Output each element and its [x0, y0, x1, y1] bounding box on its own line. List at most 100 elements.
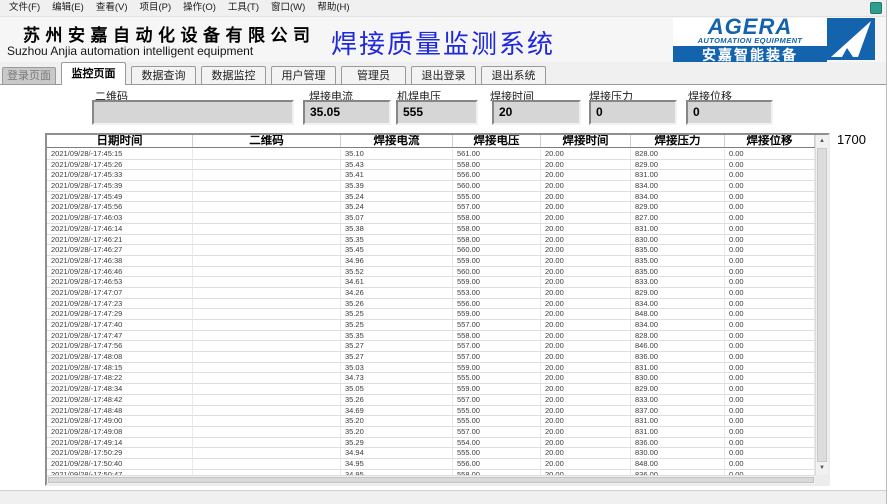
- data-table: 日期时间二维码焊接电流焊接电压焊接时间焊接压力焊接位移 2021/09/28/-…: [45, 133, 830, 486]
- table-cell: 20.00: [541, 427, 631, 438]
- table-row[interactable]: 2021/09/28/-17:46:0335.07558.0020.00827.…: [47, 213, 815, 224]
- table-cell: 558.00: [453, 331, 541, 342]
- horizontal-scrollbar[interactable]: [47, 475, 815, 484]
- tab-admin[interactable]: 管理员: [341, 66, 406, 85]
- table-cell: 35.10: [341, 149, 453, 160]
- table-row[interactable]: 2021/09/28/-17:46:2135.35558.0020.00830.…: [47, 235, 815, 246]
- table-row[interactable]: 2021/09/28/-17:49:0835.20557.0020.00831.…: [47, 427, 815, 438]
- table-row[interactable]: 2021/09/28/-17:46:1435.38558.0020.00831.…: [47, 224, 815, 235]
- table-row[interactable]: 2021/09/28/-17:45:3935.39560.0020.00834.…: [47, 181, 815, 192]
- table-cell: 2021/09/28/-17:46:27: [47, 245, 193, 256]
- table-row[interactable]: 2021/09/28/-17:45:5635.24557.0020.00829.…: [47, 202, 815, 213]
- table-cell: 833.00: [631, 395, 725, 406]
- table-row[interactable]: 2021/09/28/-17:49:1435.29554.0020.00836.…: [47, 438, 815, 449]
- logo-brand: AGERA: [708, 18, 792, 36]
- field-value: 0: [688, 102, 771, 123]
- table-cell: 20.00: [541, 256, 631, 267]
- menu-item-view[interactable]: 查看(V): [90, 0, 134, 16]
- table-cell: [193, 373, 341, 384]
- table-row[interactable]: 2021/09/28/-17:46:2735.45560.0020.00835.…: [47, 245, 815, 256]
- table-cell: [193, 459, 341, 470]
- table-row[interactable]: 2021/09/28/-17:47:0734.26553.0020.00829.…: [47, 288, 815, 299]
- table-cell: 2021/09/28/-17:46:53: [47, 277, 193, 288]
- tab-data-monitor[interactable]: 数据监控: [201, 66, 266, 85]
- qrcode-input[interactable]: [92, 100, 294, 125]
- table-cell: 20.00: [541, 416, 631, 427]
- table-cell: 34.26: [341, 288, 453, 299]
- vscroll-thumb[interactable]: [817, 148, 827, 462]
- scroll-down-icon[interactable]: ▼: [816, 462, 828, 475]
- table-row[interactable]: 2021/09/28/-17:47:4735.35558.0020.00828.…: [47, 331, 815, 342]
- menu-item-file[interactable]: 文件(F): [3, 0, 46, 16]
- table-cell: 20.00: [541, 267, 631, 278]
- table-row[interactable]: 2021/09/28/-17:48:4834.69555.0020.00837.…: [47, 406, 815, 417]
- menu-item-operate[interactable]: 操作(O): [177, 0, 222, 16]
- table-cell: 559.00: [453, 277, 541, 288]
- table-row[interactable]: 2021/09/28/-17:47:4035.25557.0020.00834.…: [47, 320, 815, 331]
- table-cell: [193, 341, 341, 352]
- table-cell: 35.27: [341, 352, 453, 363]
- tab-data-query[interactable]: 数据查询: [131, 66, 196, 85]
- table-cell: [193, 363, 341, 374]
- table-row[interactable]: 2021/09/28/-17:48:4235.26557.0020.00833.…: [47, 395, 815, 406]
- vertical-scrollbar[interactable]: ▲ ▼: [815, 135, 828, 475]
- table-cell: 35.41: [341, 170, 453, 181]
- table-row[interactable]: 2021/09/28/-17:46:5334.61559.0020.00833.…: [47, 277, 815, 288]
- table-row[interactable]: 2021/09/28/-17:45:4935.24555.0020.00834.…: [47, 192, 815, 203]
- tab-login[interactable]: 登录页面: [2, 67, 56, 85]
- table-cell: [193, 277, 341, 288]
- menu-item-tools[interactable]: 工具(T): [222, 0, 265, 16]
- table-row[interactable]: 2021/09/28/-17:45:1535.10561.0020.00828.…: [47, 149, 815, 160]
- table-cell: 557.00: [453, 341, 541, 352]
- menu-item-project[interactable]: 项目(P): [133, 0, 177, 16]
- table-cell: 0.00: [725, 320, 815, 331]
- weld-time-display: 20: [492, 100, 581, 125]
- table-cell: 35.24: [341, 192, 453, 203]
- table-row[interactable]: 2021/09/28/-17:45:2635.43558.0020.00829.…: [47, 160, 815, 171]
- table-cell: 20.00: [541, 235, 631, 246]
- table-row[interactable]: 2021/09/28/-17:50:4034.95556.0020.00848.…: [47, 459, 815, 470]
- table-row[interactable]: 2021/09/28/-17:50:2934.94555.0020.00830.…: [47, 448, 815, 459]
- table-cell: 557.00: [453, 395, 541, 406]
- table-row[interactable]: 2021/09/28/-17:48:1535.03559.0020.00831.…: [47, 363, 815, 374]
- table-row[interactable]: 2021/09/28/-17:48:3435.05559.0020.00829.…: [47, 384, 815, 395]
- table-cell: 0.00: [725, 341, 815, 352]
- table-cell: 559.00: [453, 363, 541, 374]
- table-cell: 35.20: [341, 416, 453, 427]
- menu-item-help[interactable]: 帮助(H): [311, 0, 355, 16]
- table-cell: 834.00: [631, 192, 725, 203]
- table-cell: 831.00: [631, 363, 725, 374]
- logo-arrow-icon: [827, 18, 875, 60]
- tab-user-mgmt[interactable]: 用户管理: [271, 66, 336, 85]
- table-cell: 20.00: [541, 277, 631, 288]
- table-cell: [193, 352, 341, 363]
- tab-monitor[interactable]: 监控页面: [61, 62, 126, 85]
- table-cell: 0.00: [725, 352, 815, 363]
- hscroll-thumb[interactable]: [48, 477, 814, 483]
- tab-exit[interactable]: 退出系统: [481, 66, 546, 85]
- table-row[interactable]: 2021/09/28/-17:48:0835.27557.0020.00836.…: [47, 352, 815, 363]
- table-row[interactable]: 2021/09/28/-17:47:2935.25559.0020.00848.…: [47, 309, 815, 320]
- table-cell: 2021/09/28/-17:46:38: [47, 256, 193, 267]
- table-cell: 0.00: [725, 256, 815, 267]
- table-row[interactable]: 2021/09/28/-17:48:2234.73555.0020.00830.…: [47, 373, 815, 384]
- table-cell: 35.25: [341, 309, 453, 320]
- table-row[interactable]: 2021/09/28/-17:46:3834.96559.0020.00835.…: [47, 256, 815, 267]
- table-cell: 829.00: [631, 384, 725, 395]
- logo-text: AGERA AUTOMATION EQUIPMENT 安嘉智能装备: [673, 18, 827, 60]
- menu-item-edit[interactable]: 编辑(E): [46, 0, 90, 16]
- table-row[interactable]: 2021/09/28/-17:45:3335.41556.0020.00831.…: [47, 170, 815, 181]
- table-row[interactable]: 2021/09/28/-17:46:4635.52560.0020.00835.…: [47, 267, 815, 278]
- table-cell: 35.03: [341, 363, 453, 374]
- app-window: 文件(F)编辑(E)查看(V)项目(P)操作(O)工具(T)窗口(W)帮助(H)…: [0, 0, 887, 504]
- table-cell: 2021/09/28/-17:46:14: [47, 224, 193, 235]
- table-cell: 0.00: [725, 384, 815, 395]
- scroll-up-icon[interactable]: ▲: [816, 135, 828, 148]
- menu-item-window[interactable]: 窗口(W): [265, 0, 311, 16]
- table-row[interactable]: 2021/09/28/-17:47:2335.26556.0020.00834.…: [47, 299, 815, 310]
- tab-logout[interactable]: 退出登录: [411, 66, 476, 85]
- table-row[interactable]: 2021/09/28/-17:47:5635.27557.0020.00846.…: [47, 341, 815, 352]
- table-cell: 0.00: [725, 277, 815, 288]
- table-cell: 35.25: [341, 320, 453, 331]
- table-row[interactable]: 2021/09/28/-17:49:0035.20555.0020.00831.…: [47, 416, 815, 427]
